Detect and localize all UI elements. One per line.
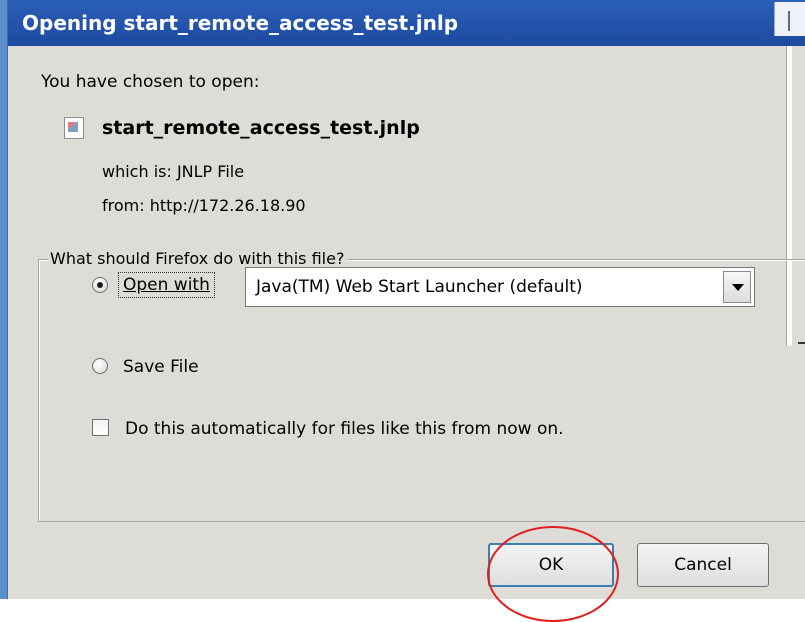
dialog-titlebar[interactable]: Opening start_remote_access_test.jnlp — [8, 0, 805, 46]
dialog-body: You have chosen to open: start_remote_ac… — [8, 46, 805, 622]
auto-action-label[interactable]: Do this automatically for files like thi… — [125, 419, 564, 439]
save-file-radio[interactable] — [92, 358, 108, 374]
open-with-label-text: Open with — [123, 275, 210, 295]
file-name: start_remote_access_test.jnlp — [102, 117, 420, 139]
auto-action-checkbox[interactable] — [92, 419, 109, 436]
open-with-label[interactable]: Open with — [118, 272, 215, 298]
dialog-title: Opening start_remote_access_test.jnlp — [22, 11, 459, 35]
window-left-frame — [0, 0, 8, 599]
open-with-radio[interactable] — [92, 277, 108, 293]
open-with-app-value: Java(TM) Web Start Launcher (default) — [256, 277, 583, 297]
chevron-down-icon[interactable] — [723, 271, 751, 303]
titlebar-close-stub[interactable] — [774, 2, 805, 36]
jnlp-file-icon — [64, 117, 84, 139]
intro-text: You have chosen to open: — [41, 72, 260, 92]
save-file-label[interactable]: Save File — [123, 357, 199, 377]
ok-button[interactable]: OK — [488, 543, 614, 587]
file-source: from: http://172.26.18.90 — [102, 196, 306, 215]
open-with-app-select[interactable]: Java(TM) Web Start Launcher (default) — [245, 267, 755, 307]
action-group-legend: What should Firefox do with this file? — [48, 249, 348, 268]
cancel-button[interactable]: Cancel — [637, 543, 769, 587]
file-type: which is: JNLP File — [102, 162, 245, 181]
